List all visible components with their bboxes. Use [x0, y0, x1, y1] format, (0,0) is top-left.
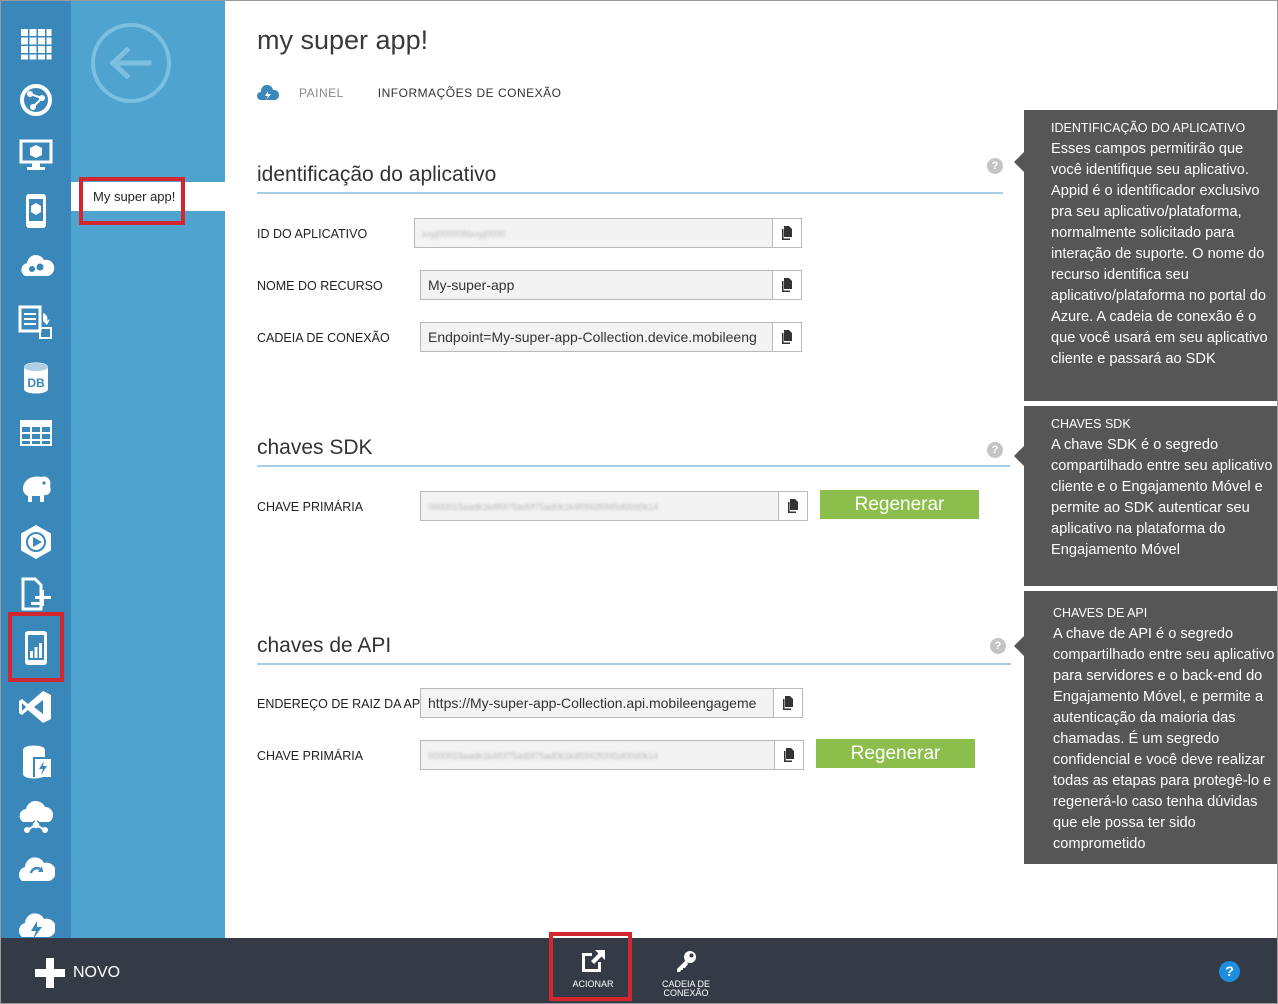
new-button-label: NOVO: [73, 964, 121, 981]
command-bar: NOVO ACIONAR CADEIA DE CONEXÃO ?: [1, 932, 1277, 1003]
copy-button[interactable]: [778, 492, 807, 520]
copy-button[interactable]: [772, 271, 801, 299]
app-id-field[interactable]: xxyj00000fdxxyj0000: [414, 218, 802, 248]
tab-bar: PAINEL INFORMAÇÕES DE CONEXÃO: [257, 85, 595, 101]
copy-icon: [788, 499, 798, 513]
field-label-api-root-address: ENDEREÇO DE RAIZ DA API: [257, 697, 424, 711]
tooltip-body: A chave de API é o segredo compartilhado…: [1053, 626, 1275, 852]
help-icon-app-id[interactable]: ?: [987, 158, 1003, 174]
connection-string-command-label: CADEIA DE CONEXÃO: [661, 979, 710, 998]
connection-string-command[interactable]: CADEIA DE CONEXÃO: [648, 948, 724, 998]
copy-button[interactable]: [773, 689, 802, 717]
copy-button[interactable]: [772, 323, 801, 351]
virtual-machines-icon[interactable]: [13, 132, 59, 178]
field-label-sdk-primary-key: CHAVE PRIMÁRIA: [257, 500, 364, 514]
section-divider: [257, 663, 1011, 665]
visual-studio-online-icon[interactable]: [13, 684, 59, 730]
resource-name-field[interactable]: My-super-app: [420, 270, 802, 300]
connection-string-field[interactable]: Endpoint=My-super-app-Collection.device.…: [420, 322, 802, 352]
copy-icon: [782, 226, 792, 240]
regenerate-sdk-key-button[interactable]: Regenerar: [820, 490, 979, 519]
cloud-services-icon[interactable]: [13, 244, 59, 290]
key-icon: [677, 951, 696, 972]
section-divider: [257, 465, 1010, 467]
api-root-address-value[interactable]: https://My-super-app-Collection.api.mobi…: [421, 689, 773, 717]
media-services-icon[interactable]: [13, 519, 59, 565]
back-button[interactable]: [91, 23, 171, 103]
selected-service-highlight: [8, 612, 64, 682]
sql-databases-icon[interactable]: DB: [13, 355, 59, 401]
section-title-api-keys: chaves de API: [257, 634, 392, 657]
copy-icon: [784, 748, 794, 762]
cloud-icon: [257, 85, 279, 100]
page-title: my super app!: [257, 25, 429, 55]
resource-name-value[interactable]: My-super-app: [421, 271, 772, 299]
service-rail: DB: [1, 1, 71, 938]
new-button[interactable]: NOVO: [35, 958, 120, 988]
hdinsight-icon[interactable]: [13, 465, 59, 511]
tooltip-sdk-keys: CHAVES SDK A chave SDK é o segredo compa…: [1014, 406, 1277, 586]
field-label-api-primary-key: CHAVE PRIMÁRIA: [257, 749, 364, 763]
plus-icon: [35, 958, 65, 988]
api-primary-key-value[interactable]: 0000015aadk1k4f0f75ad0f75ad0k1k4f0f42f0f…: [421, 741, 774, 769]
tab-dashboard[interactable]: PAINEL: [299, 86, 344, 100]
connection-string-value[interactable]: Endpoint=My-super-app-Collection.device.…: [421, 323, 772, 351]
copy-button[interactable]: [772, 219, 801, 247]
api-root-address-field[interactable]: https://My-super-app-Collection.api.mobi…: [420, 688, 803, 718]
cdn-icon[interactable]: [13, 901, 59, 938]
section-divider: [257, 192, 1003, 194]
web-sites-icon[interactable]: [13, 77, 59, 123]
launch-command-highlight: [549, 932, 632, 1001]
tooltip-body: A chave SDK é o segredo compartilhado en…: [1051, 437, 1273, 558]
api-primary-key-field[interactable]: 0000015aadk1k4f0f75ad0f75ad0k1k4f0f42f0f…: [420, 740, 804, 770]
mobile-services-icon[interactable]: [13, 188, 59, 234]
svg-text:DB: DB: [27, 376, 45, 390]
sdk-primary-key-field[interactable]: 0000015aadk1k4f0f75ad0f75ad0k1k4f0f42f0f…: [420, 491, 808, 521]
storage-icon[interactable]: [13, 410, 59, 456]
tooltip-title: CHAVES DE API: [1053, 606, 1148, 620]
tooltip-body: Esses campos permitirão que você identif…: [1051, 141, 1268, 367]
biztalk-services-icon[interactable]: [13, 794, 59, 840]
resource-nav: My super app!: [71, 1, 225, 938]
all-items-grid-icon[interactable]: [13, 21, 59, 67]
help-button[interactable]: ?: [1219, 961, 1240, 982]
copy-icon: [782, 278, 792, 292]
copy-button[interactable]: [774, 741, 803, 769]
sdk-primary-key-value[interactable]: 0000015aadk1k4f0f75ad0f75ad0k1k4f0f42f0f…: [421, 492, 778, 520]
app-id-value[interactable]: xxyj00000fdxxyj0000: [415, 219, 772, 247]
tooltip-app-id: IDENTIFICAÇÃO DO APLICATIVO Esses campos…: [1014, 110, 1277, 401]
section-title-app-id: identificação do aplicativo: [257, 163, 497, 186]
selected-resource-highlight: [79, 177, 185, 225]
help-icon-api-keys[interactable]: ?: [990, 638, 1006, 654]
recovery-services-icon[interactable]: [13, 847, 59, 893]
tooltip-api-keys: CHAVES DE API A chave de API é o segredo…: [1014, 591, 1277, 864]
batch-services-icon[interactable]: [13, 299, 59, 345]
help-icon-sdk-keys[interactable]: ?: [987, 442, 1003, 458]
tooltip-title: IDENTIFICAÇÃO DO APLICATIVO: [1051, 121, 1246, 135]
section-title-sdk-keys: chaves SDK: [257, 436, 373, 459]
back-arrow-icon: [109, 46, 152, 80]
cache-icon[interactable]: [13, 739, 59, 785]
tab-connection-info[interactable]: INFORMAÇÕES DE CONEXÃO: [378, 86, 562, 100]
field-label-app-id: ID DO APLICATIVO: [257, 227, 368, 241]
field-label-resource-name: NOME DO RECURSO: [257, 279, 383, 293]
copy-icon: [782, 330, 792, 344]
regenerate-api-key-button[interactable]: Regenerar: [816, 739, 975, 768]
copy-icon: [783, 696, 793, 710]
field-label-connection-string: CADEIA DE CONEXÃO: [257, 331, 390, 345]
tooltip-title: CHAVES SDK: [1051, 417, 1131, 431]
portal-window: DB My super app! my super app! PAINEL IN…: [0, 0, 1278, 1004]
